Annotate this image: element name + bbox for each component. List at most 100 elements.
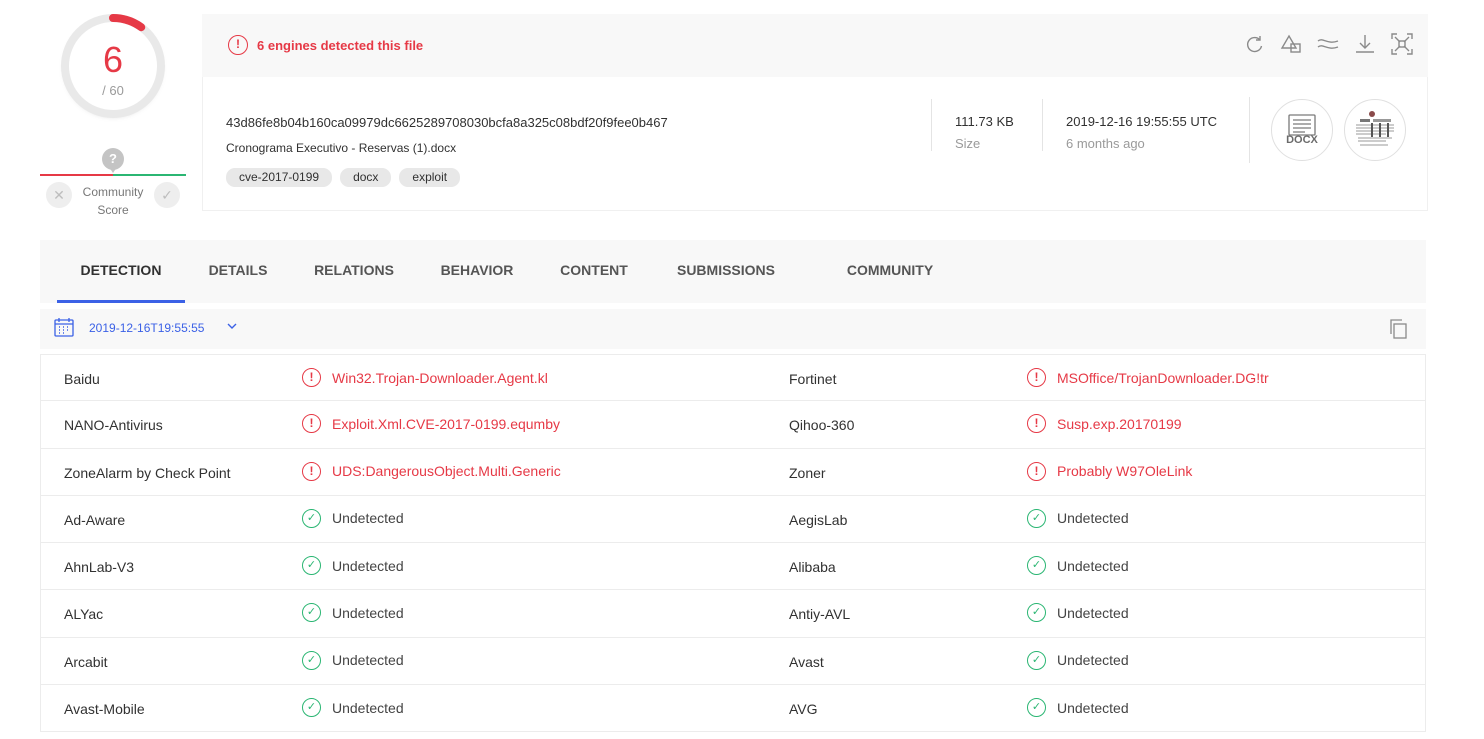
- analysis-date[interactable]: 2019-12-16T19:55:55: [89, 321, 204, 335]
- verdict-text: Susp.exp.20170199: [1057, 415, 1182, 432]
- detection-verdict: ! Probably W97OleLink: [1027, 461, 1192, 481]
- similar-icon[interactable]: [1279, 32, 1303, 56]
- engine-name: ZoneAlarm by Check Point: [64, 464, 231, 481]
- file-tags: cve-2017-0199 docx exploit: [226, 168, 461, 187]
- check-icon: ✓: [302, 650, 321, 670]
- file-size: 111.73 KB: [955, 114, 1014, 129]
- engine-name: AegisLab: [789, 511, 848, 528]
- tab-behavior[interactable]: BEHAVIOR: [425, 240, 529, 303]
- verdict-text: Undetected: [332, 557, 404, 574]
- divider: [1042, 99, 1043, 151]
- chevron-down-icon[interactable]: [226, 319, 238, 333]
- file-preview-thumbnail[interactable]: [1344, 99, 1406, 161]
- calendar-icon: [54, 318, 74, 337]
- alert-icon: !: [302, 461, 321, 481]
- undetected-verdict: ✓ Undetected: [302, 650, 404, 670]
- engine-name: Baidu: [64, 371, 100, 387]
- engine-name: Arcabit: [64, 653, 108, 670]
- engine-name: Fortinet: [789, 371, 837, 387]
- reanalyze-icon[interactable]: [1242, 32, 1266, 56]
- file-size-label: Size: [955, 136, 981, 151]
- detection-verdict: ! MSOffice/TrojanDownloader.DG!tr: [1027, 368, 1269, 387]
- tab-detection[interactable]: DETECTION: [57, 240, 185, 303]
- community-score-bar: [40, 174, 186, 176]
- report-tabs: DETECTION DETAILS RELATIONS BEHAVIOR CON…: [40, 240, 1426, 303]
- check-icon: ✓: [302, 698, 321, 718]
- check-icon: ✓: [1027, 698, 1046, 718]
- analysis-date-selector: 2019-12-16T19:55:55: [40, 309, 1426, 349]
- file-type-icon: DOCX: [1271, 99, 1333, 161]
- detection-verdict: ! UDS:DangerousObject.Multi.Generic: [302, 461, 561, 481]
- copy-icon[interactable]: [1388, 318, 1408, 340]
- verdict-text: Undetected: [1057, 652, 1129, 669]
- undetected-verdict: ✓ Undetected: [302, 698, 404, 718]
- undetected-verdict: ✓ Undetected: [1027, 603, 1129, 623]
- check-icon: ✓: [302, 603, 321, 623]
- detection-alert-text: 6 engines detected this file: [257, 37, 424, 53]
- divider: [931, 99, 932, 151]
- tab-submissions[interactable]: SUBMISSIONS: [659, 240, 793, 303]
- undetected-verdict: ✓ Undetected: [302, 508, 404, 528]
- engine-name: Qihoo-360: [789, 417, 855, 434]
- file-toolbar: [1242, 32, 1414, 56]
- detection-score: 6 / 60 ? ✕ Community Score ✓: [40, 10, 186, 225]
- file-name: Cronograma Executivo - Reservas (1).docx: [226, 141, 457, 155]
- tab-details[interactable]: DETAILS: [193, 240, 283, 303]
- undetected-verdict: ✓ Undetected: [302, 556, 404, 576]
- table-row: Ad-Aware ✓ Undetected AegisLab ✓ Undetected: [40, 495, 1426, 544]
- alert-icon: !: [1027, 414, 1046, 434]
- last-analysis-relative: 6 months ago: [1066, 136, 1145, 151]
- check-icon: ✓: [1027, 508, 1046, 528]
- detection-results-table: Baidu! Win32.Trojan-Downloader.Agent.kl Fo…: [40, 354, 1426, 733]
- verdict-text: Undetected: [332, 699, 404, 716]
- undetected-verdict: ✓ Undetected: [1027, 650, 1129, 670]
- file-hash[interactable]: 43d86fe8b04b160ca09979dc6625289708030bcf…: [226, 115, 668, 130]
- engine-name: ALYac: [64, 606, 104, 623]
- detection-alert: ! 6 engines detected this file: [228, 35, 423, 55]
- downvote-button[interactable]: ✕: [46, 182, 72, 208]
- download-icon[interactable]: [1353, 32, 1377, 56]
- engine-name: NANO-Antivirus: [64, 417, 163, 434]
- check-icon: ✓: [1027, 556, 1046, 576]
- table-row: Arcabit ✓ Undetected Avast ✓ Undetected: [40, 637, 1426, 686]
- engine-name: Avast-Mobile: [64, 701, 145, 718]
- document-preview-icon: [1347, 102, 1403, 158]
- verdict-text: Undetected: [332, 652, 404, 669]
- tab-relations[interactable]: RELATIONS: [297, 240, 411, 303]
- tag-cve[interactable]: cve-2017-0199: [226, 168, 333, 187]
- expand-icon[interactable]: [1390, 32, 1414, 56]
- undetected-verdict: ✓ Undetected: [1027, 508, 1129, 528]
- table-row: Baidu! Win32.Trojan-Downloader.Agent.kl Fo…: [40, 354, 1426, 402]
- tab-community[interactable]: COMMUNITY: [825, 240, 955, 303]
- document-icon: [1288, 114, 1316, 136]
- check-icon: ✓: [302, 556, 321, 576]
- tab-content[interactable]: CONTENT: [543, 240, 645, 303]
- verdict-text: Undetected: [1057, 699, 1129, 716]
- undetected-verdict: ✓ Undetected: [1027, 556, 1129, 576]
- tag-exploit[interactable]: exploit: [399, 168, 461, 187]
- graph-icon[interactable]: [1316, 32, 1340, 56]
- tag-docx[interactable]: docx: [340, 168, 392, 187]
- alert-icon: !: [1027, 461, 1046, 481]
- verdict-text: UDS:DangerousObject.Multi.Generic: [332, 463, 561, 480]
- detection-verdict: ! Susp.exp.20170199: [1027, 414, 1182, 434]
- verdict-text: Undetected: [1057, 604, 1129, 621]
- detected-count: 6: [102, 39, 124, 80]
- engine-name: Antiy-AVL: [789, 606, 851, 623]
- verdict-text: Undetected: [332, 510, 404, 527]
- check-icon: ✓: [302, 508, 321, 528]
- engine-name: AhnLab-V3: [64, 559, 135, 576]
- engine-name: Zoner: [789, 464, 826, 481]
- table-row: Avast-Mobile ✓ Undetected AVG ✓ Undetected: [40, 685, 1426, 733]
- alert-icon: !: [228, 35, 248, 55]
- file-info: 43d86fe8b04b160ca09979dc6625289708030bcf…: [202, 77, 1428, 211]
- verdict-text: MSOffice/TrojanDownloader.DG!tr: [1057, 369, 1269, 386]
- file-type-label: DOCX: [1286, 134, 1318, 146]
- alert-icon: !: [302, 414, 321, 434]
- check-icon: ✓: [1027, 650, 1046, 670]
- table-row: NANO-Antivirus ! Exploit.Xml.CVE-2017-0199…: [40, 401, 1426, 449]
- engine-name: Ad-Aware: [64, 511, 126, 528]
- upvote-button[interactable]: ✓: [154, 182, 180, 208]
- detection-verdict: ! Exploit.Xml.CVE-2017-0199.equmby: [302, 414, 560, 434]
- undetected-verdict: ✓ Undetected: [302, 603, 404, 623]
